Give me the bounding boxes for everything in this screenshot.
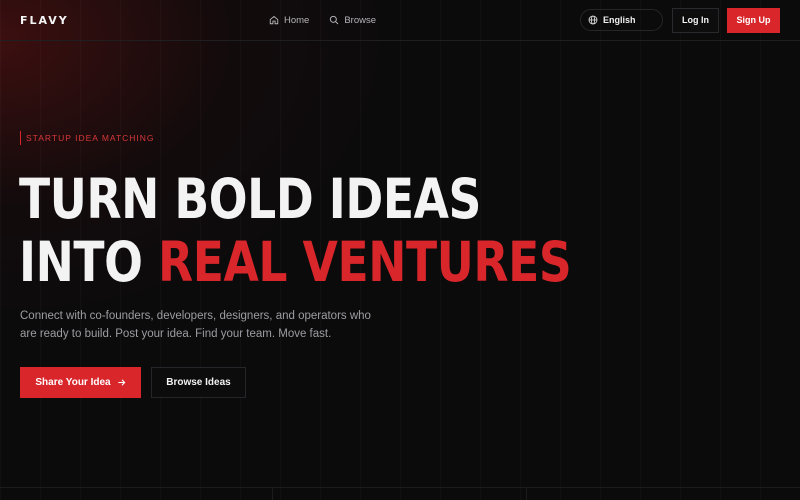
headline-line-1: TURN BOLD IDEAS: [19, 167, 481, 231]
headline-accent: REAL VENTURES: [157, 230, 572, 294]
main-nav: Home Browse: [269, 0, 376, 40]
arrow-right-icon: [117, 379, 126, 386]
hero-headline: TURN BOLD IDEAS INTO REAL VENTURES: [19, 167, 572, 294]
login-button[interactable]: Log In: [672, 7, 719, 33]
top-header: FLAVY Home Browse English Log In Sign Up: [0, 0, 800, 41]
hero-eyebrow: STARTUP IDEA MATCHING: [20, 131, 155, 145]
strip-divider: [526, 488, 527, 500]
signup-button[interactable]: Sign Up: [727, 7, 780, 33]
strip-divider: [272, 488, 273, 500]
header-actions: English Log In Sign Up: [580, 0, 780, 40]
language-label: English: [603, 15, 636, 25]
nav-item-label: Browse: [344, 14, 377, 26]
hero-cta-row: Share Your Idea Browse Ideas: [20, 367, 246, 398]
nav-item-browse[interactable]: Browse: [329, 15, 376, 26]
landing-page: FLAVY Home Browse English Log In Sign Up…: [0, 0, 800, 500]
headline-line-2-plain: INTO: [19, 230, 158, 294]
globe-icon: [588, 15, 598, 25]
search-icon: [330, 15, 339, 25]
language-selector[interactable]: English: [580, 9, 663, 31]
browse-ideas-button[interactable]: Browse Ideas: [151, 367, 246, 398]
home-icon: [269, 15, 279, 25]
headline-line-2: INTO REAL VENTURES: [19, 230, 572, 294]
share-idea-button[interactable]: Share Your Idea: [20, 367, 141, 398]
brand-logo[interactable]: FLAVY: [20, 14, 69, 27]
share-idea-label: Share Your Idea: [35, 377, 111, 388]
hero-subcopy: Connect with co-founders, developers, de…: [20, 310, 371, 340]
nav-item-label: Home: [284, 14, 310, 26]
nav-item-home[interactable]: Home: [269, 15, 309, 26]
feature-strip: [0, 487, 800, 500]
